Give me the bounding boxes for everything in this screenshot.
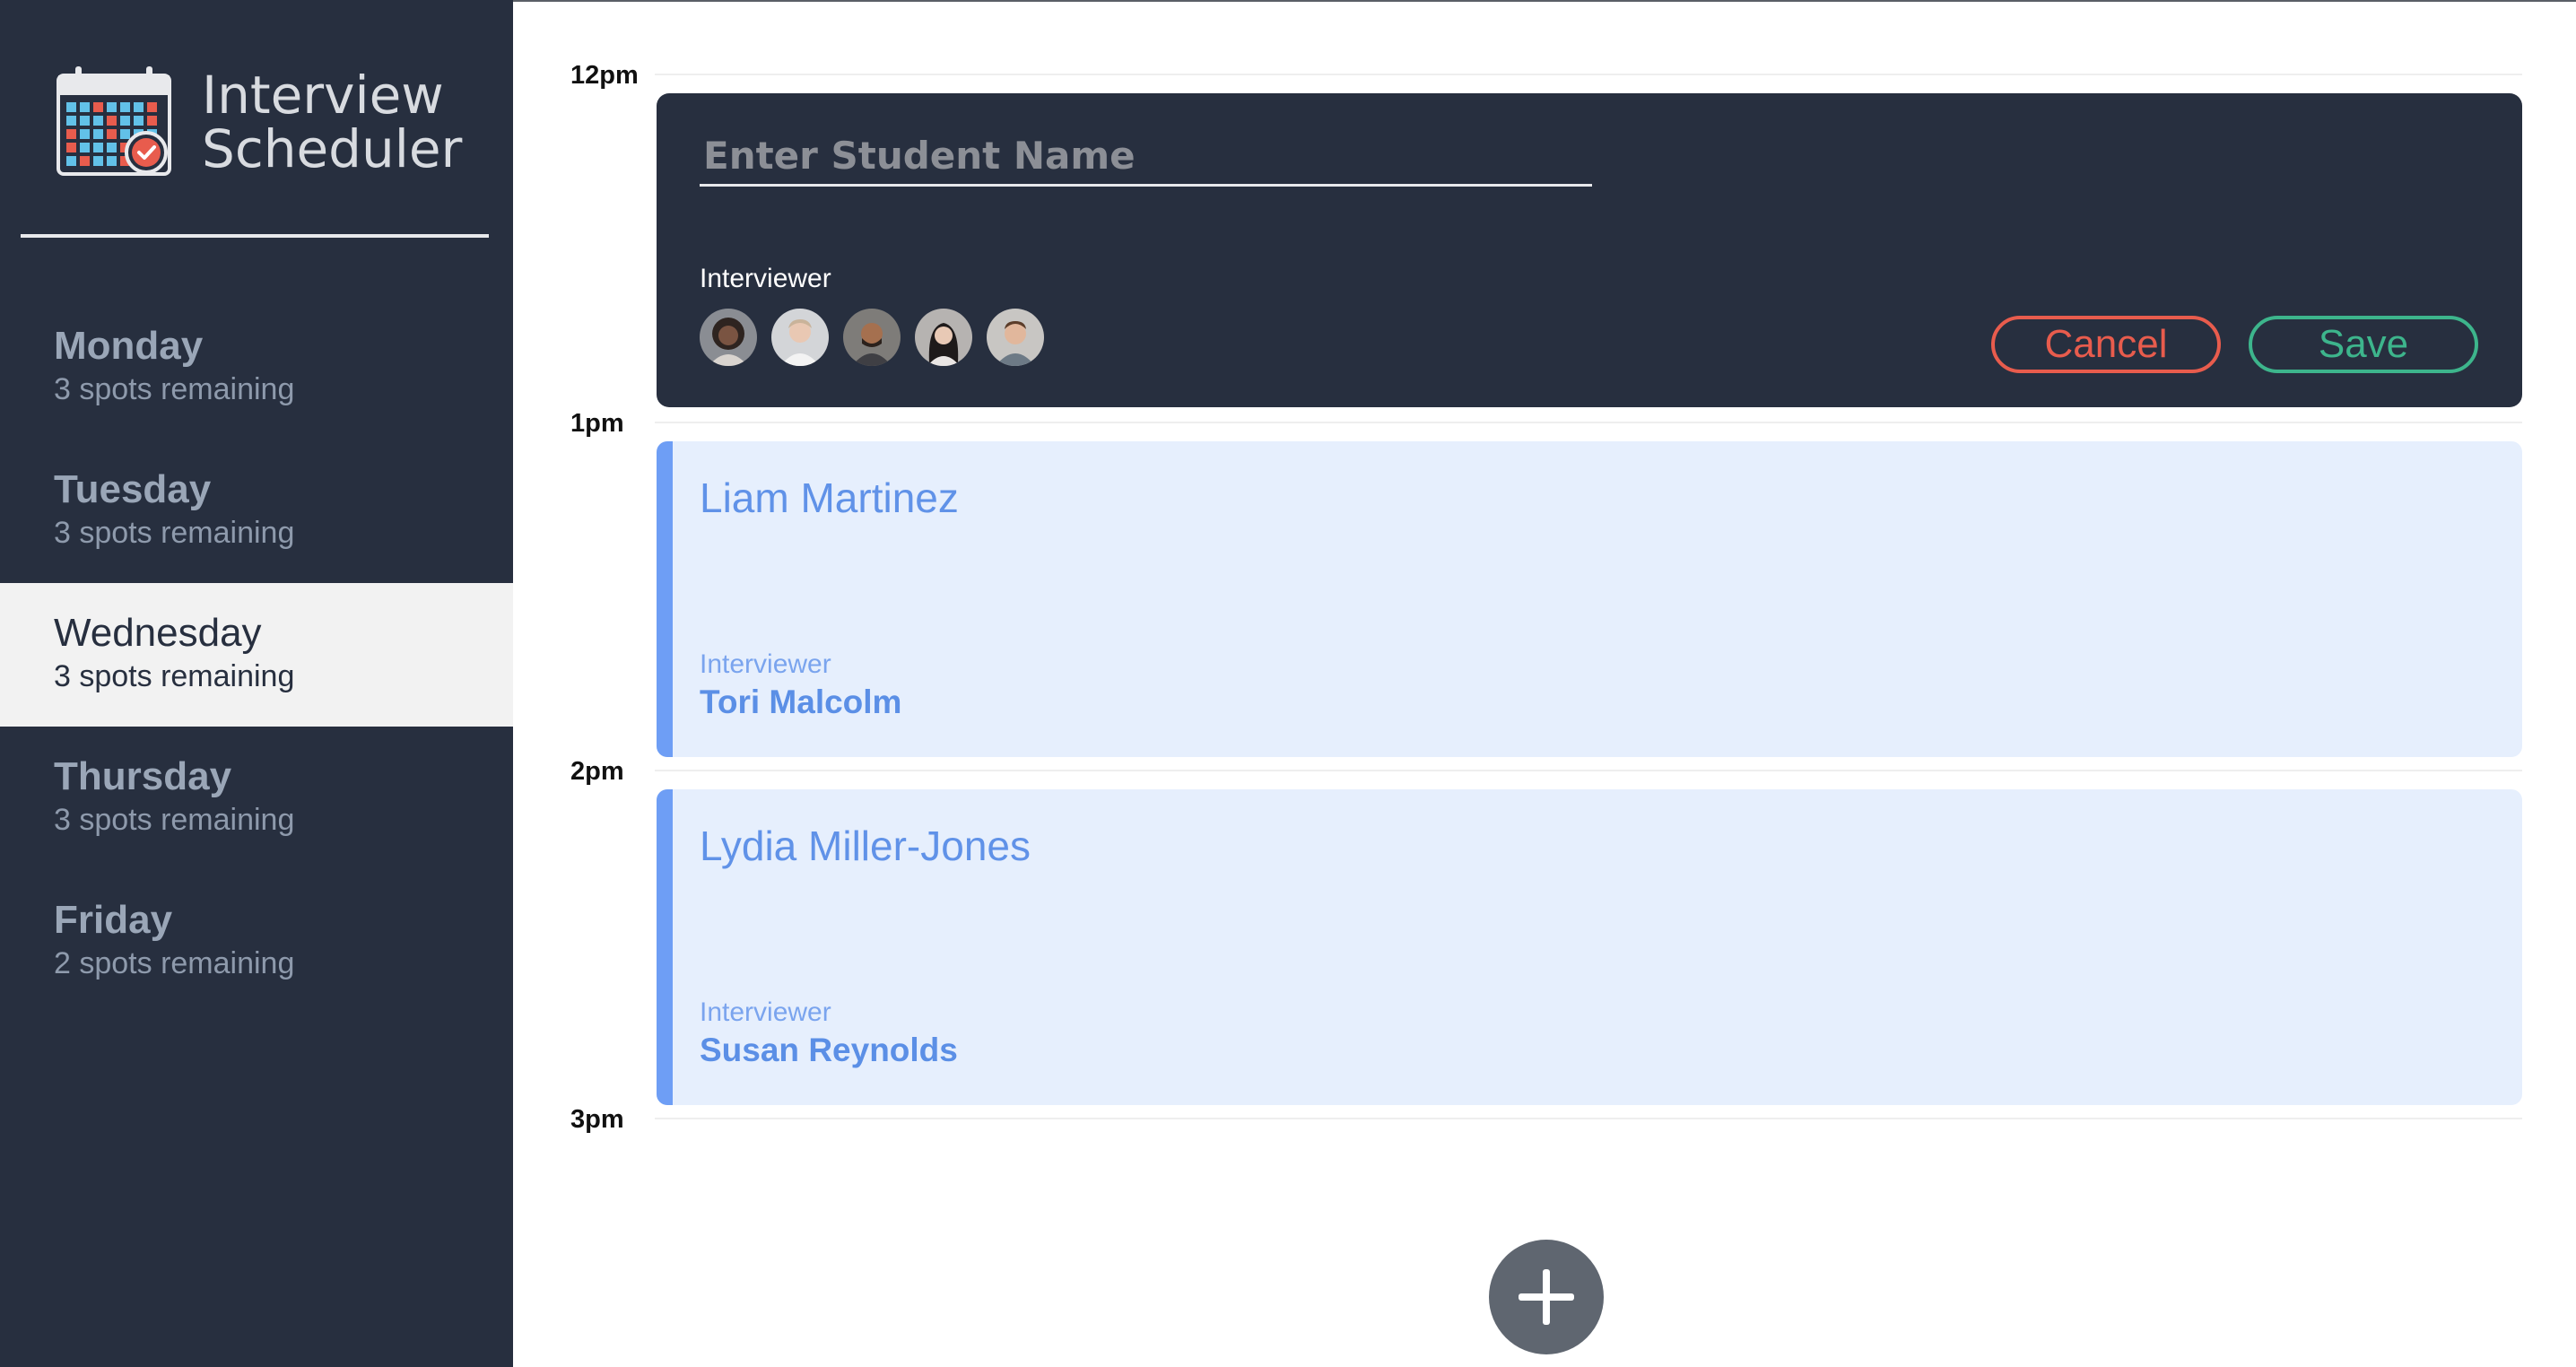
appointment-student-name: Lydia Miller-Jones xyxy=(700,823,1031,869)
interviewer-list xyxy=(700,309,1044,366)
day-name: Wednesday xyxy=(54,611,262,655)
day-name: Monday xyxy=(54,324,204,368)
appointment-interviewer-name: Susan Reynolds xyxy=(700,1032,958,1068)
time-label-1pm: 1pm xyxy=(570,409,624,438)
cancel-button[interactable]: Cancel xyxy=(1991,316,2221,373)
day-spots: 3 spots remaining xyxy=(54,803,295,837)
appointment-card[interactable]: Liam Martinez Interviewer Tori Malcolm xyxy=(657,441,2522,757)
interviewer-avatar[interactable] xyxy=(771,309,829,366)
interviewer-avatar[interactable] xyxy=(700,309,757,366)
time-separator xyxy=(655,1118,2522,1119)
day-spots: 3 spots remaining xyxy=(54,372,295,406)
day-spots: 3 spots remaining xyxy=(54,659,295,693)
day-name: Thursday xyxy=(54,754,232,798)
day-list: Monday 3 spots remaining Tuesday 3 spots… xyxy=(0,296,513,1014)
time-separator xyxy=(655,422,2522,423)
sidebar-divider xyxy=(21,234,489,238)
calendar-logo-icon xyxy=(57,66,171,176)
appointment-form: Interviewer Cancel Save xyxy=(657,93,2522,407)
app-title: Interview Scheduler xyxy=(202,68,462,176)
day-item-friday[interactable]: Friday 2 spots remaining xyxy=(0,870,513,1014)
day-name: Tuesday xyxy=(54,467,212,511)
student-name-input[interactable] xyxy=(700,127,1592,187)
appointment-accent-bar xyxy=(657,789,673,1105)
top-rule xyxy=(513,0,2576,2)
time-separator xyxy=(655,74,2522,75)
app-title-line2: Scheduler xyxy=(202,118,463,179)
appointment-interviewer-label: Interviewer xyxy=(700,649,831,679)
day-spots: 3 spots remaining xyxy=(54,516,295,550)
app-title-line1: Interview xyxy=(202,65,444,126)
day-item-tuesday[interactable]: Tuesday 3 spots remaining xyxy=(0,440,513,583)
day-item-thursday[interactable]: Thursday 3 spots remaining xyxy=(0,727,513,870)
day-spots: 2 spots remaining xyxy=(54,946,295,980)
interviewer-label: Interviewer xyxy=(700,264,831,293)
time-label-2pm: 2pm xyxy=(570,757,624,786)
appointment-card[interactable]: Lydia Miller-Jones Interviewer Susan Rey… xyxy=(657,789,2522,1105)
time-label-12pm: 12pm xyxy=(570,61,639,90)
day-item-monday[interactable]: Monday 3 spots remaining xyxy=(0,296,513,440)
appointment-interviewer-label: Interviewer xyxy=(700,997,831,1027)
appointment-interviewer-name: Tori Malcolm xyxy=(700,684,902,720)
day-item-wednesday[interactable]: Wednesday 3 spots remaining xyxy=(0,583,513,727)
time-label-3pm: 3pm xyxy=(570,1105,624,1134)
save-button[interactable]: Save xyxy=(2249,316,2478,373)
interviewer-avatar[interactable] xyxy=(915,309,972,366)
appointment-accent-bar xyxy=(657,441,673,757)
add-appointment-button[interactable] xyxy=(1489,1240,1604,1354)
day-name: Friday xyxy=(54,898,173,942)
interviewer-avatar[interactable] xyxy=(987,309,1044,366)
interviewer-avatar[interactable] xyxy=(843,309,901,366)
time-separator xyxy=(655,770,2522,771)
sidebar: Interview Scheduler Monday 3 spots remai… xyxy=(0,0,513,1367)
plus-icon xyxy=(1519,1269,1574,1325)
appointment-student-name: Liam Martinez xyxy=(700,475,959,521)
